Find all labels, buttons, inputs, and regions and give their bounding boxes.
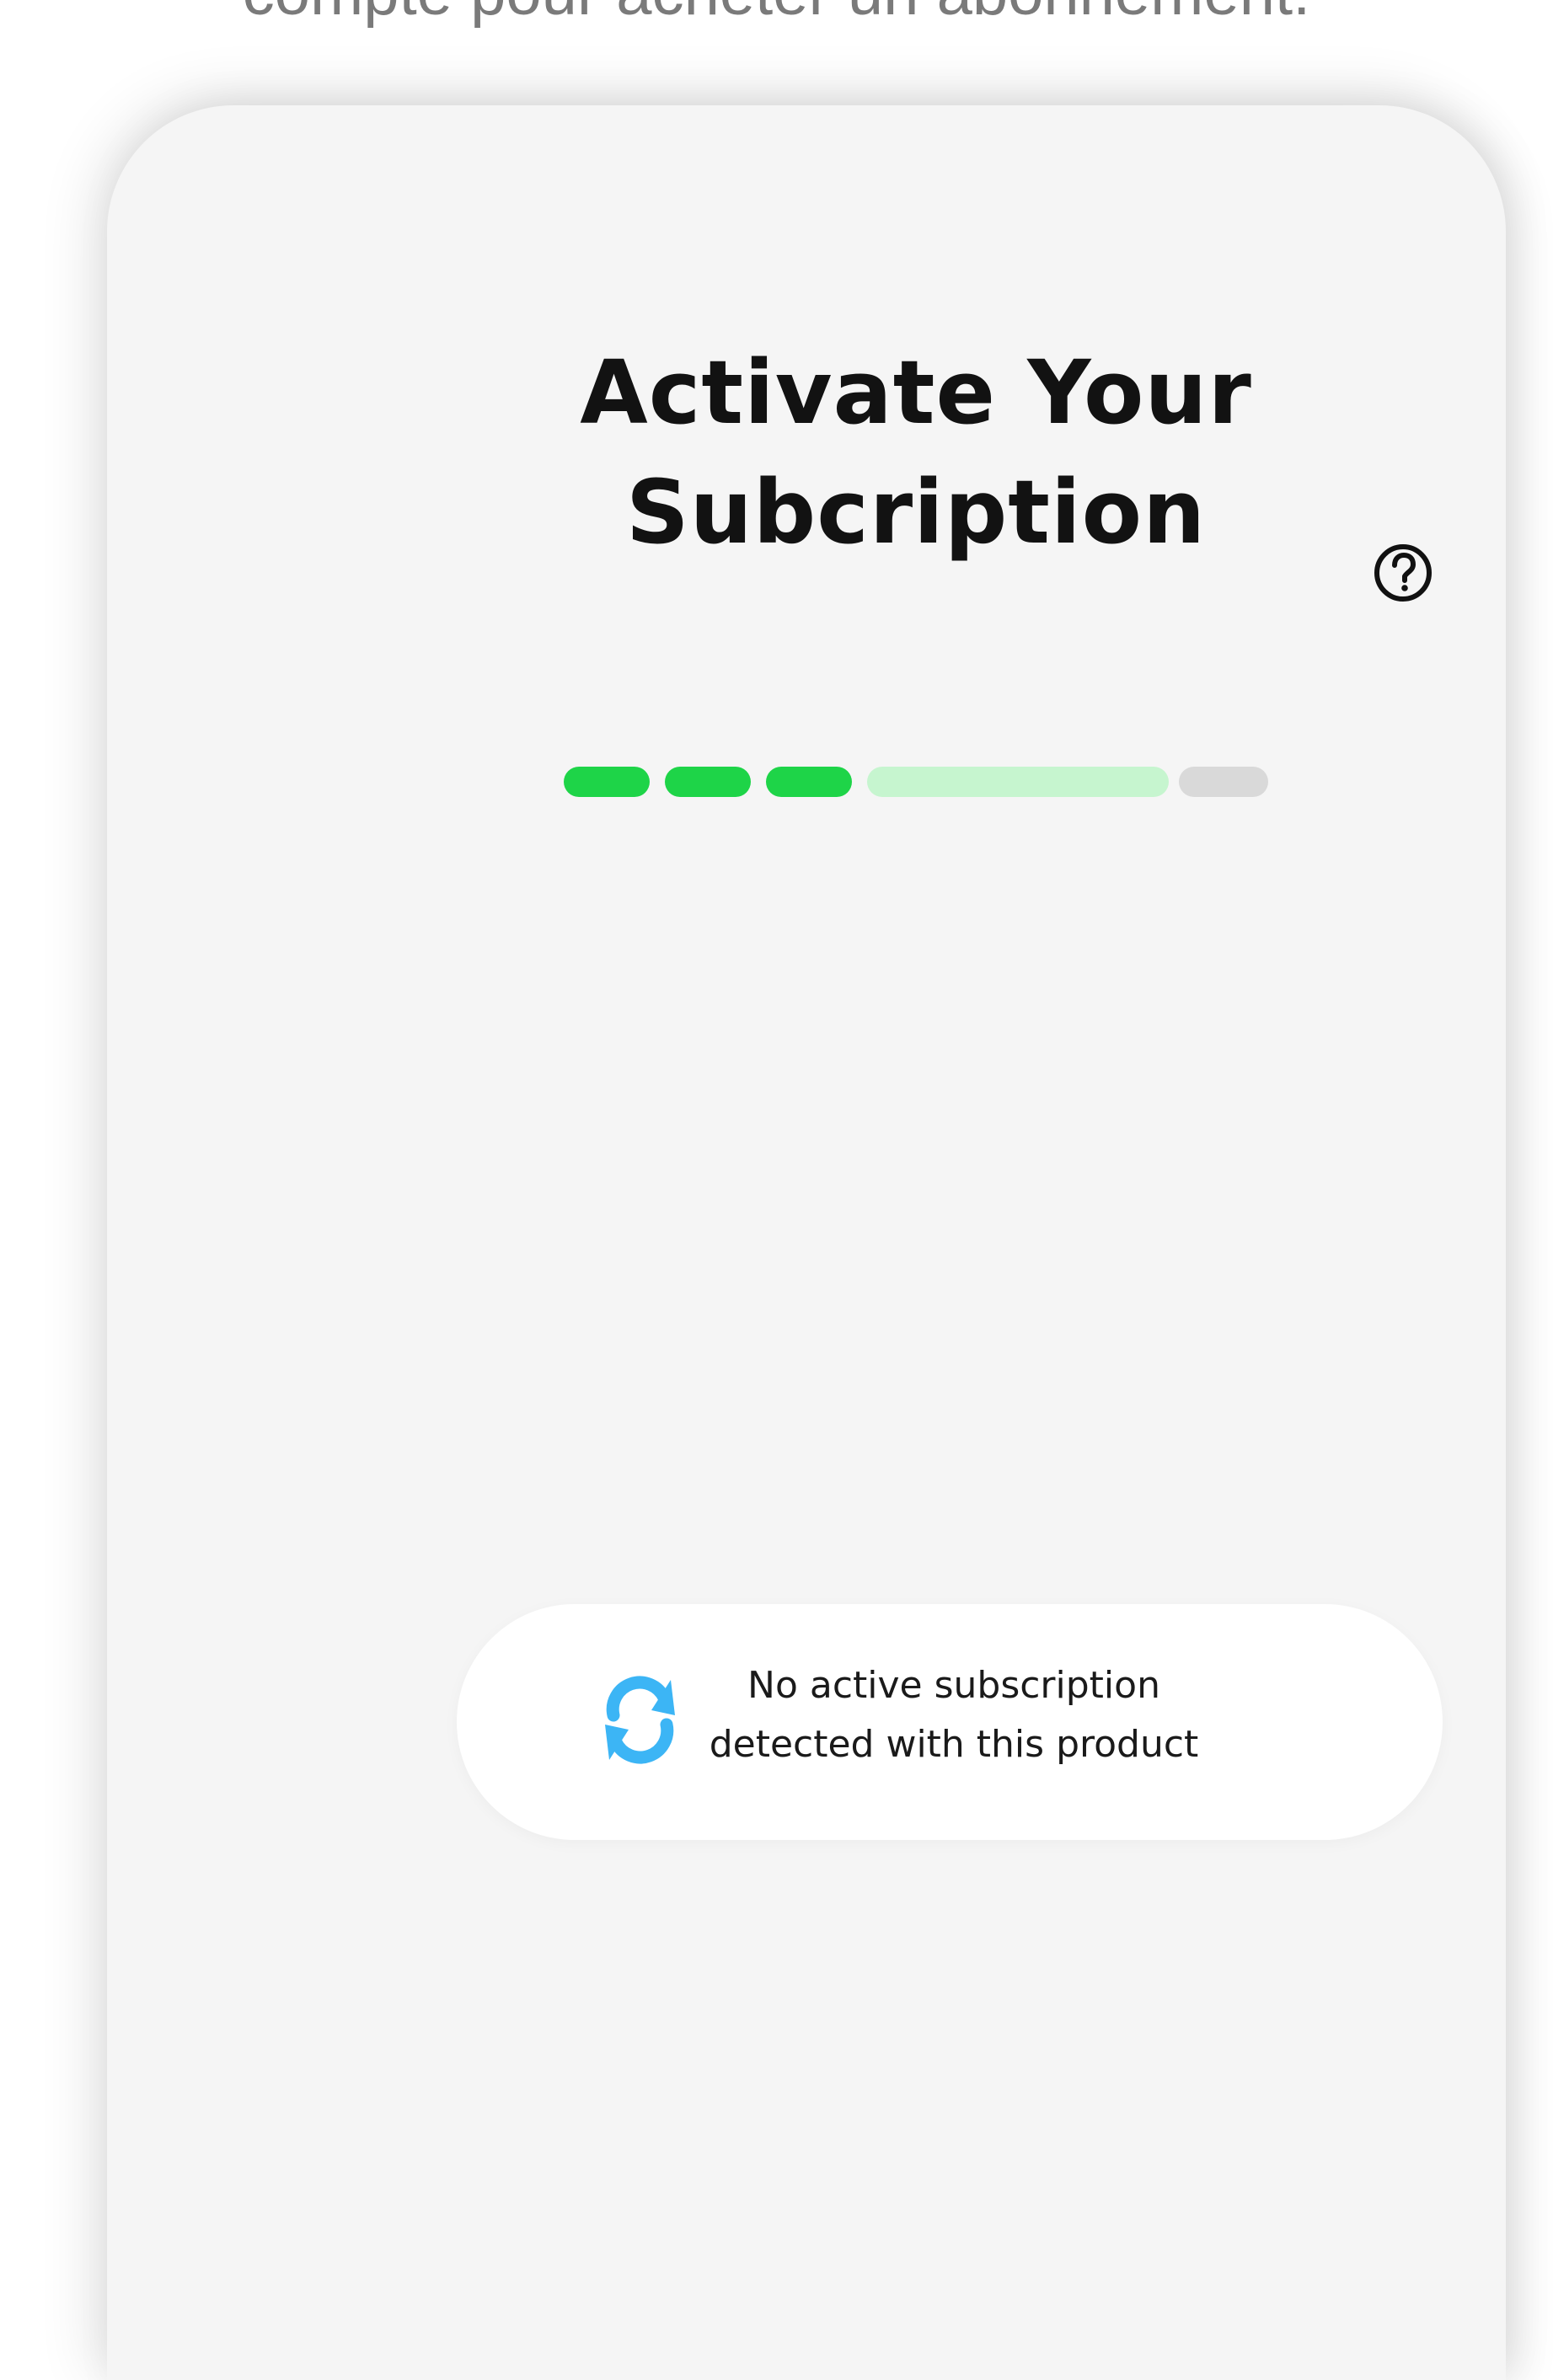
- progress-step-4-current: [867, 767, 1169, 797]
- background-caption: compte pour acheter un abonnement.: [0, 0, 1553, 35]
- question-circle-icon: [1371, 541, 1435, 605]
- phone-screen: Activate Your Subcription No active subs…: [107, 105, 1506, 2380]
- sync-arrows-icon: [587, 1667, 693, 1773]
- progress-step-5-upcoming: [1179, 767, 1268, 797]
- subscription-status-toast: No active subscription detected with thi…: [457, 1604, 1443, 1840]
- help-button[interactable]: [1371, 541, 1435, 605]
- progress-steps: [564, 767, 1268, 797]
- progress-step-3-completed: [766, 767, 852, 797]
- screen-title: Activate Your Subcription: [580, 341, 1252, 564]
- status-message: No active subscription detected with thi…: [709, 1664, 1199, 1766]
- progress-step-1-completed: [564, 767, 650, 797]
- progress-step-2-completed: [665, 767, 751, 797]
